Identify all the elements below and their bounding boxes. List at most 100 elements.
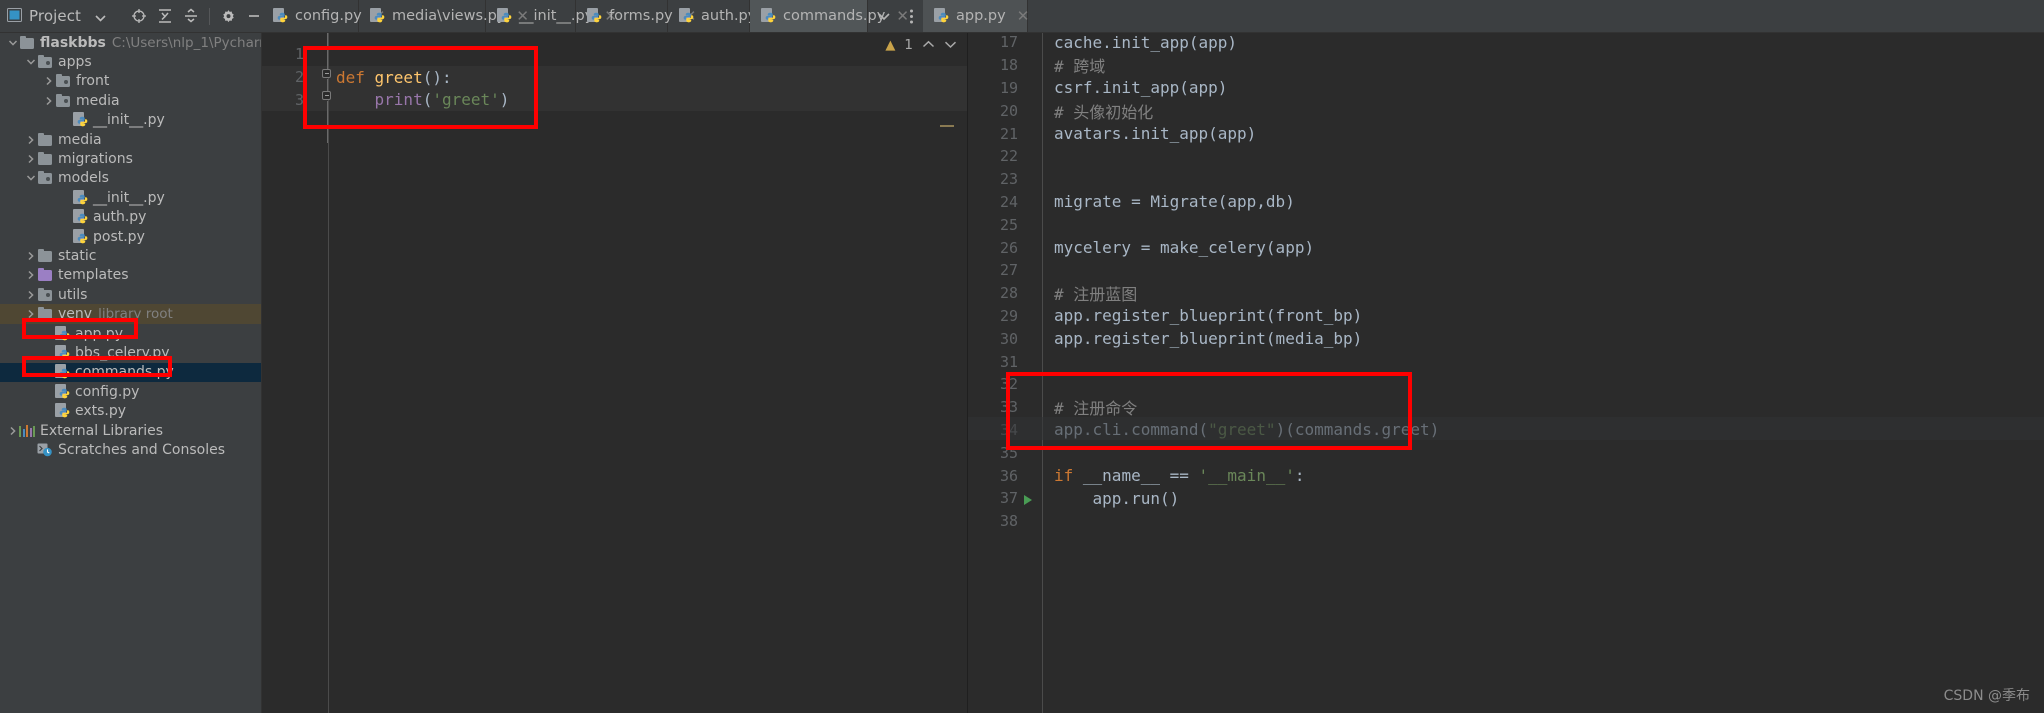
code-text[interactable]: # 注册蓝图 xyxy=(1042,281,2044,305)
python-file-icon xyxy=(55,383,70,400)
code-text[interactable]: app.run() xyxy=(1042,489,2044,508)
tab-close-icon[interactable]: ✕ xyxy=(1017,7,1030,25)
prev-problem-icon[interactable] xyxy=(922,38,935,52)
fold-column[interactable] xyxy=(1028,122,1042,145)
tree-arrow-right-icon[interactable] xyxy=(24,154,37,164)
editor-tab-commands-py[interactable]: commands.py ✕ xyxy=(750,0,909,32)
tree-arrow-right-icon[interactable] xyxy=(24,309,37,319)
tree-item-scratches-consoles[interactable]: Scratches and Consoles xyxy=(0,440,261,459)
expand-all-icon[interactable] xyxy=(152,3,178,29)
code-canvas-left[interactable]: 1 2 def greet(): 3 print('greet') xyxy=(262,33,967,713)
locate-file-icon[interactable] xyxy=(126,3,152,29)
tree-item-label: front xyxy=(76,73,110,90)
tree-arrow-right-icon[interactable] xyxy=(42,96,55,106)
fold-column[interactable] xyxy=(1028,54,1042,77)
fold-column[interactable] xyxy=(1028,168,1042,191)
tree-item-templates[interactable]: templates xyxy=(0,266,261,285)
code-text[interactable]: app.register_blueprint(front_bp) xyxy=(1042,306,2044,325)
code-text[interactable]: print('greet') xyxy=(328,90,967,109)
tree-item-commands-py[interactable]: commands.py xyxy=(0,362,261,383)
tree-arrow-right-icon[interactable] xyxy=(24,270,37,280)
fold-column[interactable] xyxy=(1028,191,1042,214)
code-text[interactable]: cache.init_app(app) xyxy=(1042,33,2044,52)
collapse-all-icon[interactable] xyxy=(178,3,204,29)
tree-item-migrations[interactable]: migrations xyxy=(0,149,261,168)
tree-item-flaskbbs[interactable]: flaskbbs C:\Users\nlp_1\PycharmProjec xyxy=(0,33,261,52)
editor-tab-media-views-py[interactable]: media\views.py ✕ xyxy=(359,0,529,32)
tab-close-icon[interactable]: ✕ xyxy=(896,7,909,25)
tree-item-app-py[interactable]: app.py xyxy=(0,324,261,343)
gear-icon[interactable] xyxy=(215,3,241,29)
tree-arrow-right-icon[interactable] xyxy=(24,251,37,261)
tree-arrow-right-icon[interactable] xyxy=(42,76,55,86)
code-line: 28 # 注册蓝图 xyxy=(968,282,2044,305)
tree-arrow-down-icon[interactable] xyxy=(6,38,19,48)
fold-column[interactable] xyxy=(1028,282,1042,305)
tree-item-auth-py[interactable]: auth.py xyxy=(0,208,261,227)
tree-item-media[interactable]: media xyxy=(0,130,261,149)
fold-column[interactable] xyxy=(1028,145,1042,168)
tree-item-apps-init[interactable]: __init__.py xyxy=(0,111,261,130)
tree-item-media-apps[interactable]: media xyxy=(0,91,261,110)
line-number: 3 xyxy=(294,90,304,109)
fold-column[interactable] xyxy=(1028,213,1042,236)
fold-column[interactable] xyxy=(1028,350,1042,373)
fold-column[interactable] xyxy=(1028,99,1042,122)
fold-column[interactable] xyxy=(1028,327,1042,350)
tree-item-models-init[interactable]: __init__.py xyxy=(0,188,261,207)
code-text[interactable]: # 头像初始化 xyxy=(1042,99,2044,123)
tree-item-models[interactable]: models xyxy=(0,169,261,188)
fold-marker-end[interactable] xyxy=(322,91,331,100)
tree-item-static[interactable]: static xyxy=(0,246,261,265)
code-text[interactable]: app.register_blueprint(media_bp) xyxy=(1042,329,2044,348)
fold-column[interactable] xyxy=(1028,33,1042,54)
run-gutter-icon[interactable] xyxy=(1024,495,1032,505)
fold-column[interactable] xyxy=(1028,464,1042,487)
fold-marker-collapse[interactable] xyxy=(322,69,331,78)
code-text[interactable]: # 跨域 xyxy=(1042,53,2044,77)
fold-column[interactable] xyxy=(1028,77,1042,100)
editor-tab-auth-py[interactable]: auth.py✕ xyxy=(668,0,780,32)
editor-tab-config-py[interactable]: config.py✕ xyxy=(262,0,385,32)
code-text[interactable]: migrate = Migrate(app,db) xyxy=(1042,192,2044,211)
fold-column[interactable] xyxy=(1028,259,1042,282)
tree-item-label: models xyxy=(58,170,109,187)
tree-arrow-down-icon[interactable] xyxy=(24,57,37,67)
code-text[interactable]: def greet(): xyxy=(328,68,967,87)
chevron-down-icon[interactable] xyxy=(95,7,106,26)
tree-item-apps[interactable]: apps xyxy=(0,52,261,71)
editor-tab-forms-py[interactable]: forms.py✕ xyxy=(576,0,696,32)
code-text[interactable]: mycelery = make_celery(app) xyxy=(1042,238,2044,257)
tree-item-config-py[interactable]: config.py xyxy=(0,382,261,401)
project-view-icon[interactable] xyxy=(7,7,22,26)
next-problem-icon[interactable] xyxy=(944,38,957,52)
tree-item-bbs-celery-py[interactable]: bbs_celery.py xyxy=(0,343,261,362)
tree-item-venv[interactable]: venv library root xyxy=(0,304,261,324)
tree-arrow-right-icon[interactable] xyxy=(24,135,37,145)
tree-arrow-down-icon[interactable] xyxy=(24,173,37,183)
code-canvas-right[interactable]: 17 cache.init_app(app) 18 # 跨域 19 csrf.init_a… xyxy=(968,33,2044,713)
tree-arrow-right-icon[interactable] xyxy=(6,426,19,436)
fold-column[interactable] xyxy=(1028,510,1042,533)
tree-arrow-right-icon[interactable] xyxy=(24,290,37,300)
project-tree[interactable]: flaskbbs C:\Users\nlp_1\PycharmProjecapps… xyxy=(0,33,262,713)
tree-item-post-py[interactable]: post.py xyxy=(0,227,261,246)
fold-column[interactable] xyxy=(1028,236,1042,259)
editor-tab-__init__-py[interactable]: __init__.py ✕ xyxy=(486,0,617,32)
fold-column[interactable] xyxy=(1028,441,1042,464)
tree-item-front[interactable]: front xyxy=(0,72,261,91)
editor-tab-app-py[interactable]: app.py ✕ xyxy=(923,0,1030,32)
code-text[interactable]: # 注册命令 xyxy=(1042,395,2044,419)
code-token: # 注册命令 xyxy=(1054,399,1138,419)
tree-item-utils[interactable]: utils xyxy=(0,285,261,304)
code-line: 38 xyxy=(968,510,2044,533)
fold-column[interactable] xyxy=(1028,373,1042,396)
code-text[interactable]: if __name__ == '__main__': xyxy=(1042,466,2044,485)
code-text[interactable]: avatars.init_app(app) xyxy=(1042,124,2044,143)
line-number: 26 xyxy=(999,238,1018,257)
tree-item-exts-py[interactable]: exts.py xyxy=(0,401,261,420)
fold-column[interactable] xyxy=(1028,396,1042,419)
code-text[interactable]: csrf.init_app(app) xyxy=(1042,78,2044,97)
tree-item-external-libraries[interactable]: External Libraries xyxy=(0,421,261,440)
fold-column[interactable] xyxy=(1028,305,1042,328)
